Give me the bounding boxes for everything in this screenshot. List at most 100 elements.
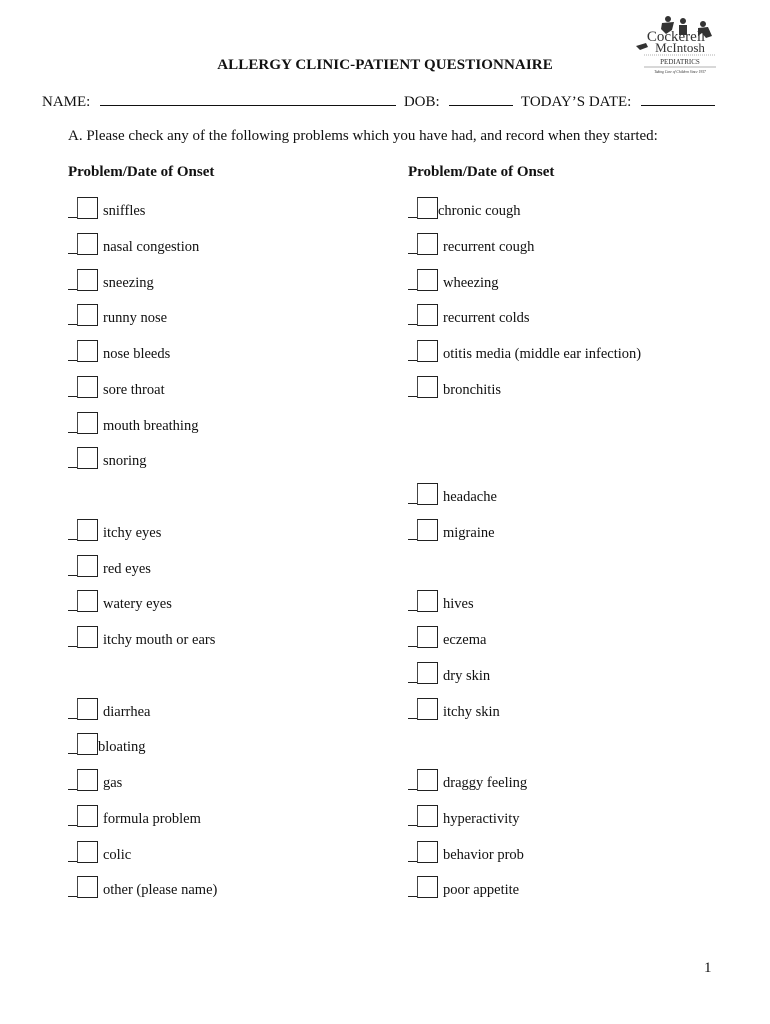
onset-date-line[interactable] <box>408 252 417 254</box>
onset-date-line[interactable] <box>408 860 417 862</box>
onset-date-line[interactable] <box>68 538 77 540</box>
problem-checkbox[interactable] <box>77 268 98 291</box>
onset-date-line[interactable] <box>408 681 417 683</box>
onset-date-line[interactable] <box>408 217 417 218</box>
problem-checkbox[interactable] <box>77 375 98 398</box>
onset-date-line[interactable] <box>68 395 77 397</box>
name-field[interactable] <box>100 91 397 106</box>
problem-label: runny nose <box>103 310 168 327</box>
onset-date-line[interactable] <box>408 610 417 612</box>
page-number: 1 <box>704 960 712 976</box>
problem-item: poor appetite <box>408 871 519 899</box>
problem-label: sore throat <box>103 381 165 398</box>
onset-date-line[interactable] <box>408 896 417 898</box>
onset-date-line[interactable] <box>408 360 417 361</box>
problem-checkbox[interactable] <box>417 304 438 327</box>
problem-checkbox[interactable] <box>417 804 438 827</box>
problem-checkbox[interactable] <box>77 590 98 613</box>
onset-date-line[interactable] <box>68 217 77 218</box>
problem-checkbox[interactable] <box>77 232 98 255</box>
problem-item: snoring <box>68 442 147 470</box>
problem-label: behavior prob <box>443 846 524 863</box>
problem-checkbox[interactable] <box>77 304 98 327</box>
onset-date-line[interactable] <box>68 753 77 755</box>
problem-item: runny nose <box>68 299 167 327</box>
section-a-instruction: A. Please check any of the following pro… <box>68 128 658 144</box>
problem-checkbox[interactable] <box>77 340 98 362</box>
problem-checkbox[interactable] <box>417 518 438 541</box>
onset-date-line[interactable] <box>68 288 77 290</box>
problem-item: red eyes <box>68 550 151 578</box>
problem-checkbox[interactable] <box>417 661 438 684</box>
problem-checkbox[interactable] <box>417 375 438 398</box>
problem-checkbox[interactable] <box>77 840 98 863</box>
problem-label: itchy mouth or ears <box>103 632 216 648</box>
onset-date-line[interactable] <box>408 503 417 504</box>
left-column-header: Problem/Date of Onset <box>68 164 215 180</box>
onset-date-line[interactable] <box>68 610 77 612</box>
onset-date-line[interactable] <box>68 467 77 469</box>
problem-checkbox[interactable] <box>417 232 438 255</box>
problem-checkbox[interactable] <box>417 590 438 613</box>
problem-checkbox[interactable] <box>417 876 438 899</box>
problem-item: behavior prob <box>408 836 524 864</box>
onset-date-line[interactable] <box>68 896 77 898</box>
onset-date-line[interactable] <box>68 860 77 862</box>
todays-date-field[interactable] <box>641 91 716 106</box>
onset-date-line[interactable] <box>408 395 417 397</box>
onset-date-line[interactable] <box>68 717 77 719</box>
onset-date-line[interactable] <box>408 824 417 826</box>
problem-item: recurrent colds <box>408 299 530 327</box>
problem-label: poor appetite <box>443 882 520 899</box>
onset-date-line[interactable] <box>408 646 417 647</box>
problem-item: mouth breathing <box>68 407 198 435</box>
onset-date-line[interactable] <box>68 324 77 326</box>
problem-label: bloating <box>98 739 146 756</box>
onset-date-line[interactable] <box>408 324 417 326</box>
problem-item: itchy eyes <box>68 514 161 542</box>
onset-date-line[interactable] <box>68 574 77 576</box>
name-label: NAME: <box>42 94 91 110</box>
problem-checkbox[interactable] <box>417 268 438 291</box>
problem-checkbox[interactable] <box>77 411 98 434</box>
onset-date-line[interactable] <box>408 789 417 790</box>
onset-date-line[interactable] <box>408 538 417 540</box>
problem-checkbox[interactable] <box>417 769 438 791</box>
problem-checkbox[interactable] <box>417 197 438 219</box>
onset-date-line[interactable] <box>68 360 77 361</box>
dob-label: DOB: <box>403 94 440 110</box>
problem-checkbox[interactable] <box>77 518 98 541</box>
problem-checkbox[interactable] <box>417 483 438 505</box>
dob-field[interactable] <box>449 91 514 106</box>
problem-checkbox[interactable] <box>77 876 98 899</box>
onset-date-line[interactable] <box>408 288 417 290</box>
onset-date-line[interactable] <box>68 824 77 826</box>
onset-date-line[interactable] <box>68 252 77 254</box>
problem-label: gas <box>103 775 123 791</box>
problem-item: sneezing <box>68 264 154 292</box>
problem-label: red eyes <box>103 560 151 577</box>
problem-item: diarrhea <box>68 693 151 721</box>
problem-checkbox[interactable] <box>417 840 438 863</box>
problem-label: formula problem <box>103 810 201 827</box>
problem-checkbox[interactable] <box>77 197 98 219</box>
problem-item: colic <box>68 836 131 864</box>
problem-checkbox[interactable] <box>417 626 438 648</box>
problem-checkbox[interactable] <box>77 769 98 791</box>
onset-date-line[interactable] <box>68 789 77 790</box>
problem-checkbox[interactable] <box>77 447 98 470</box>
problem-item: bronchitis <box>408 371 501 399</box>
problem-label: sneezing <box>103 274 154 291</box>
problem-checkbox[interactable] <box>417 340 438 362</box>
problem-checkbox[interactable] <box>417 697 438 720</box>
onset-date-line[interactable] <box>408 717 417 719</box>
problem-label: diarrhea <box>103 703 151 720</box>
onset-date-line[interactable] <box>68 431 77 433</box>
problem-checkbox[interactable] <box>77 733 98 756</box>
problem-label: recurrent colds <box>443 310 530 327</box>
problem-checkbox[interactable] <box>77 626 98 648</box>
problem-checkbox[interactable] <box>77 554 98 577</box>
problem-checkbox[interactable] <box>77 697 98 720</box>
onset-date-line[interactable] <box>68 646 77 647</box>
problem-checkbox[interactable] <box>77 804 98 827</box>
